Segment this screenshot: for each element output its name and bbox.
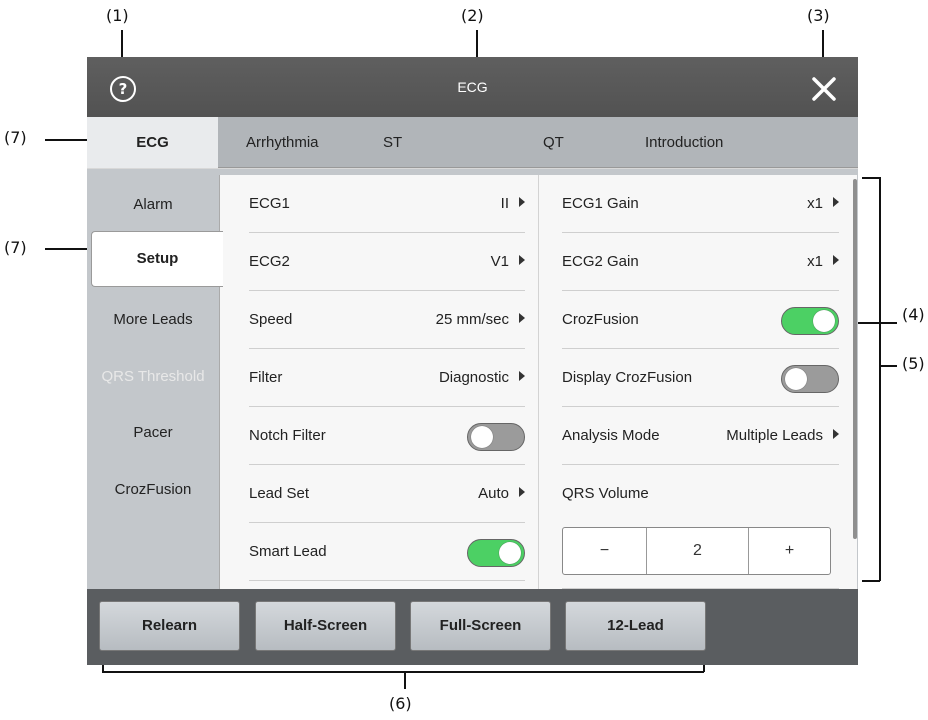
toggle-knob [499,542,521,564]
setting-display-crozfusion: Display CrozFusion [562,349,839,407]
bracket-5-tick [879,365,897,367]
arrow-right-icon [833,429,839,439]
setting-label: Smart Lead [249,543,327,560]
tab-ecg[interactable]: ECG [87,117,218,168]
setting-ecg1[interactable]: ECG1 II [249,175,525,233]
arrow-right-icon [833,197,839,207]
setting-value: Multiple Leads [726,427,823,444]
arrow-right-icon [519,487,525,497]
setting-label: Notch Filter [249,427,326,444]
setting-label: ECG2 [249,253,290,270]
half-screen-button[interactable]: Half-Screen [255,601,396,651]
setting-label: Filter [249,369,283,386]
setting-value: 25 mm/sec [435,311,509,328]
title-bar: ? ECG [87,57,858,117]
setting-label: ECG1 Gain [562,195,639,212]
setting-value: Diagnostic [438,369,509,386]
crozfusion-toggle[interactable] [781,307,839,335]
sidebar-item-crozfusion[interactable]: CrozFusion [87,481,219,498]
qrs-volume-row-end [562,531,839,589]
setting-filter[interactable]: Filter Diagnostic [249,349,525,407]
setting-label: Display CrozFusion [562,369,693,386]
setting-ecg2-gain[interactable]: ECG2 Gain x1 [562,233,839,291]
setting-crozfusion: CrozFusion [562,291,839,349]
toggle-knob [813,310,835,332]
setting-qrs-volume: QRS Volume [562,465,839,523]
sidebar-item-setup[interactable]: Setup [91,231,223,287]
setting-value: x1 [807,195,823,212]
12-lead-button[interactable]: 12-Lead [565,601,706,651]
tab-qt[interactable]: QT [543,117,564,168]
arrow-right-icon [519,313,525,323]
tab-introduction[interactable]: Introduction [645,117,723,168]
sidebar-item-more-leads[interactable]: More Leads [87,311,219,328]
arrow-right-icon [833,255,839,265]
setting-lead-set[interactable]: Lead Set Auto [249,465,525,523]
settings-panel: ECG1 II ECG2 V1 Speed 25 mm/sec Filter D… [219,175,857,589]
setting-smart-lead: Smart Lead [249,523,525,581]
setting-ecg1-gain[interactable]: ECG1 Gain x1 [562,175,839,233]
setting-value: II [500,195,509,212]
bracket-5-bottom [862,580,880,582]
window-title: ECG [457,79,488,95]
scrollbar[interactable] [853,179,857,539]
setting-value: Auto [478,485,509,502]
setting-analysis-mode[interactable]: Analysis Mode Multiple Leads [562,407,839,465]
arrow-right-icon [519,255,525,265]
bracket-5-vert [879,177,881,581]
relearn-button[interactable]: Relearn [99,601,240,651]
setting-notch-filter: Notch Filter [249,407,525,465]
close-icon[interactable] [809,74,839,104]
tab-st[interactable]: ST [383,117,402,168]
bracket-6-bottom [102,671,704,673]
bracket-6-tick [404,671,406,689]
setting-speed[interactable]: Speed 25 mm/sec [249,291,525,349]
bottom-bar: Relearn Half-Screen Full-Screen 12-Lead [87,589,858,665]
setting-label: CrozFusion [562,311,639,328]
tab-arrhythmia[interactable]: Arrhythmia [246,117,319,168]
callout-6: (6) [389,694,412,713]
sidebar-item-pacer[interactable]: Pacer [87,424,219,441]
bracket-5-top [862,177,880,179]
setting-value: V1 [490,253,509,270]
sidebar: Alarm Setup More Leads QRS Threshold Pac… [87,169,223,589]
ecg-setup-screen: ? ECG ECG Arrhythmia ST QT Introduction … [87,57,858,665]
callout-7-side: (7) [4,238,27,257]
arrow-right-icon [519,371,525,381]
setting-label: Analysis Mode [562,427,660,444]
sidebar-item-alarm[interactable]: Alarm [87,196,219,213]
callout-4: (4) [902,305,925,324]
toggle-knob [785,368,807,390]
setting-label: Lead Set [249,485,310,502]
callout-2: (2) [461,6,484,25]
setting-label: ECG2 Gain [562,253,639,270]
tab-bar: ECG Arrhythmia ST QT Introduction [87,117,858,168]
toggle-knob [471,426,493,448]
content-area: Alarm Setup More Leads QRS Threshold Pac… [87,169,858,589]
arrow-right-icon [519,197,525,207]
callout-5: (5) [902,354,925,373]
callout-1: (1) [106,6,129,25]
setting-value: x1 [807,253,823,270]
smart-lead-toggle[interactable] [467,539,525,567]
sidebar-item-qrs-threshold: QRS Threshold [101,368,205,385]
setting-ecg2[interactable]: ECG2 V1 [249,233,525,291]
setting-label: Speed [249,311,293,328]
callout-7-tab: (7) [4,128,27,147]
notch-filter-toggle[interactable] [467,423,525,451]
callout-3: (3) [807,6,830,25]
full-screen-button[interactable]: Full-Screen [410,601,551,651]
setting-label: ECG1 [249,195,290,212]
column-divider [538,175,539,589]
display-crozfusion-toggle[interactable] [781,365,839,393]
divider [249,580,525,581]
setting-label: QRS Volume [562,485,649,502]
